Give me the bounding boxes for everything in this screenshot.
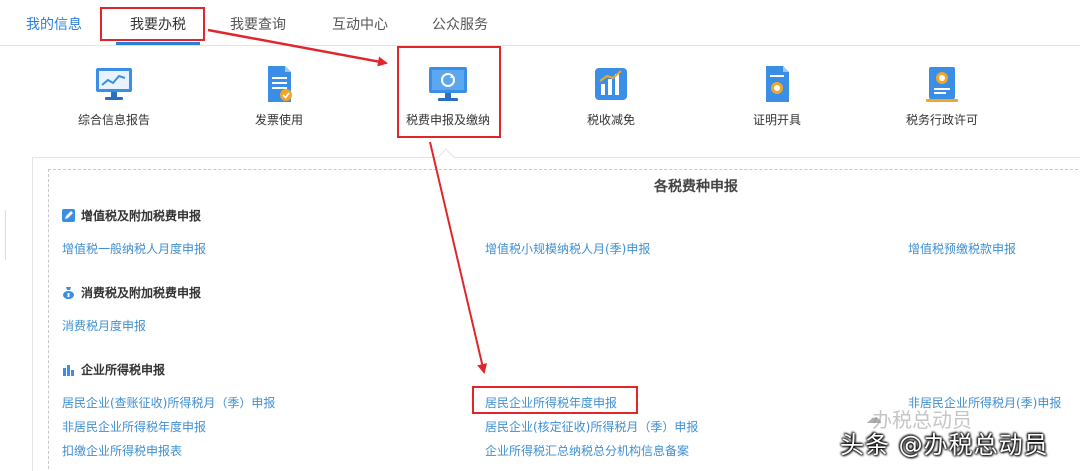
function-label: 税收减免 (586, 113, 635, 127)
left-edge-divider (0, 210, 6, 260)
link-withholding-report[interactable]: 扣缴企业所得税申报表 (62, 442, 182, 459)
link-resident-audit-monthly[interactable]: 居民企业(查账征收)所得税月（季）申报 (62, 394, 275, 411)
function-label: 税务行政许可 (905, 113, 978, 127)
link-vat-general-monthly[interactable]: 增值税一般纳税人月度申报 (62, 240, 206, 257)
tab-my-info[interactable]: 我的信息 (26, 14, 82, 34)
tab-query[interactable]: 我要查询 (230, 14, 286, 34)
certificate-document-icon (766, 66, 789, 102)
edit-square-icon (62, 209, 75, 222)
bar-chart-icon (595, 68, 627, 100)
link-vat-small-scale[interactable]: 增值税小规模纳税人月(季)申报 (485, 240, 650, 257)
monitor-chart-icon (96, 68, 132, 100)
function-certificate-issuance[interactable]: 证明开具 (702, 60, 852, 140)
link-consolidated-filing-record[interactable]: 企业所得税汇总纳税总分机构信息备案 (485, 442, 689, 459)
watermark: 头条 @办税总动员 (840, 431, 1049, 459)
function-label: 综合信息报告 (77, 113, 150, 127)
function-label: 发票使用 (254, 113, 303, 127)
link-vat-prepaid[interactable]: 增值税预缴税款申报 (908, 240, 1016, 257)
section-title-text: 增值税及附加税费申报 (81, 209, 202, 223)
section-corporate-income-tax-title: 企业所得税申报 (62, 361, 165, 378)
function-administrative-license[interactable]: 税务行政许可 (867, 60, 1017, 140)
section-consumption-tax-title: 消费税及附加税费申报 (62, 284, 201, 301)
section-title-text: 消费税及附加税费申报 (81, 286, 202, 300)
highlight-box-function (397, 46, 501, 138)
tab-public-service[interactable]: 公众服务 (432, 14, 488, 34)
building-chart-icon (63, 365, 74, 376)
link-consumption-tax-monthly[interactable]: 消费税月度申报 (62, 317, 146, 334)
page: 我的信息 我要办税 我要查询 互动中心 公众服务 综合信息报告 发票使用 税费申… (0, 0, 1080, 471)
link-resident-assessed-monthly[interactable]: 居民企业(核定征收)所得税月（季）申报 (485, 418, 698, 435)
license-badge-icon (926, 67, 958, 102)
function-tax-reduction[interactable]: 税收减免 (536, 60, 686, 140)
section-title-text: 企业所得税申报 (81, 363, 166, 377)
tab-interaction-center[interactable]: 互动中心 (332, 14, 388, 34)
highlight-box-annual-link (472, 386, 638, 414)
function-label: 证明开具 (752, 113, 801, 127)
panel-title: 各税费种申报 (654, 179, 738, 195)
link-nonresident-annual[interactable]: 非居民企业所得税年度申报 (62, 418, 206, 435)
invoice-document-icon (268, 66, 292, 102)
active-tab-indicator (116, 42, 200, 45)
function-invoice-usage[interactable]: 发票使用 (204, 60, 354, 140)
function-comprehensive-info-report[interactable]: 综合信息报告 (39, 60, 189, 140)
highlight-box-tab (100, 7, 205, 41)
money-bag-icon (63, 287, 74, 299)
section-vat-title: 增值税及附加税费申报 (62, 207, 201, 224)
